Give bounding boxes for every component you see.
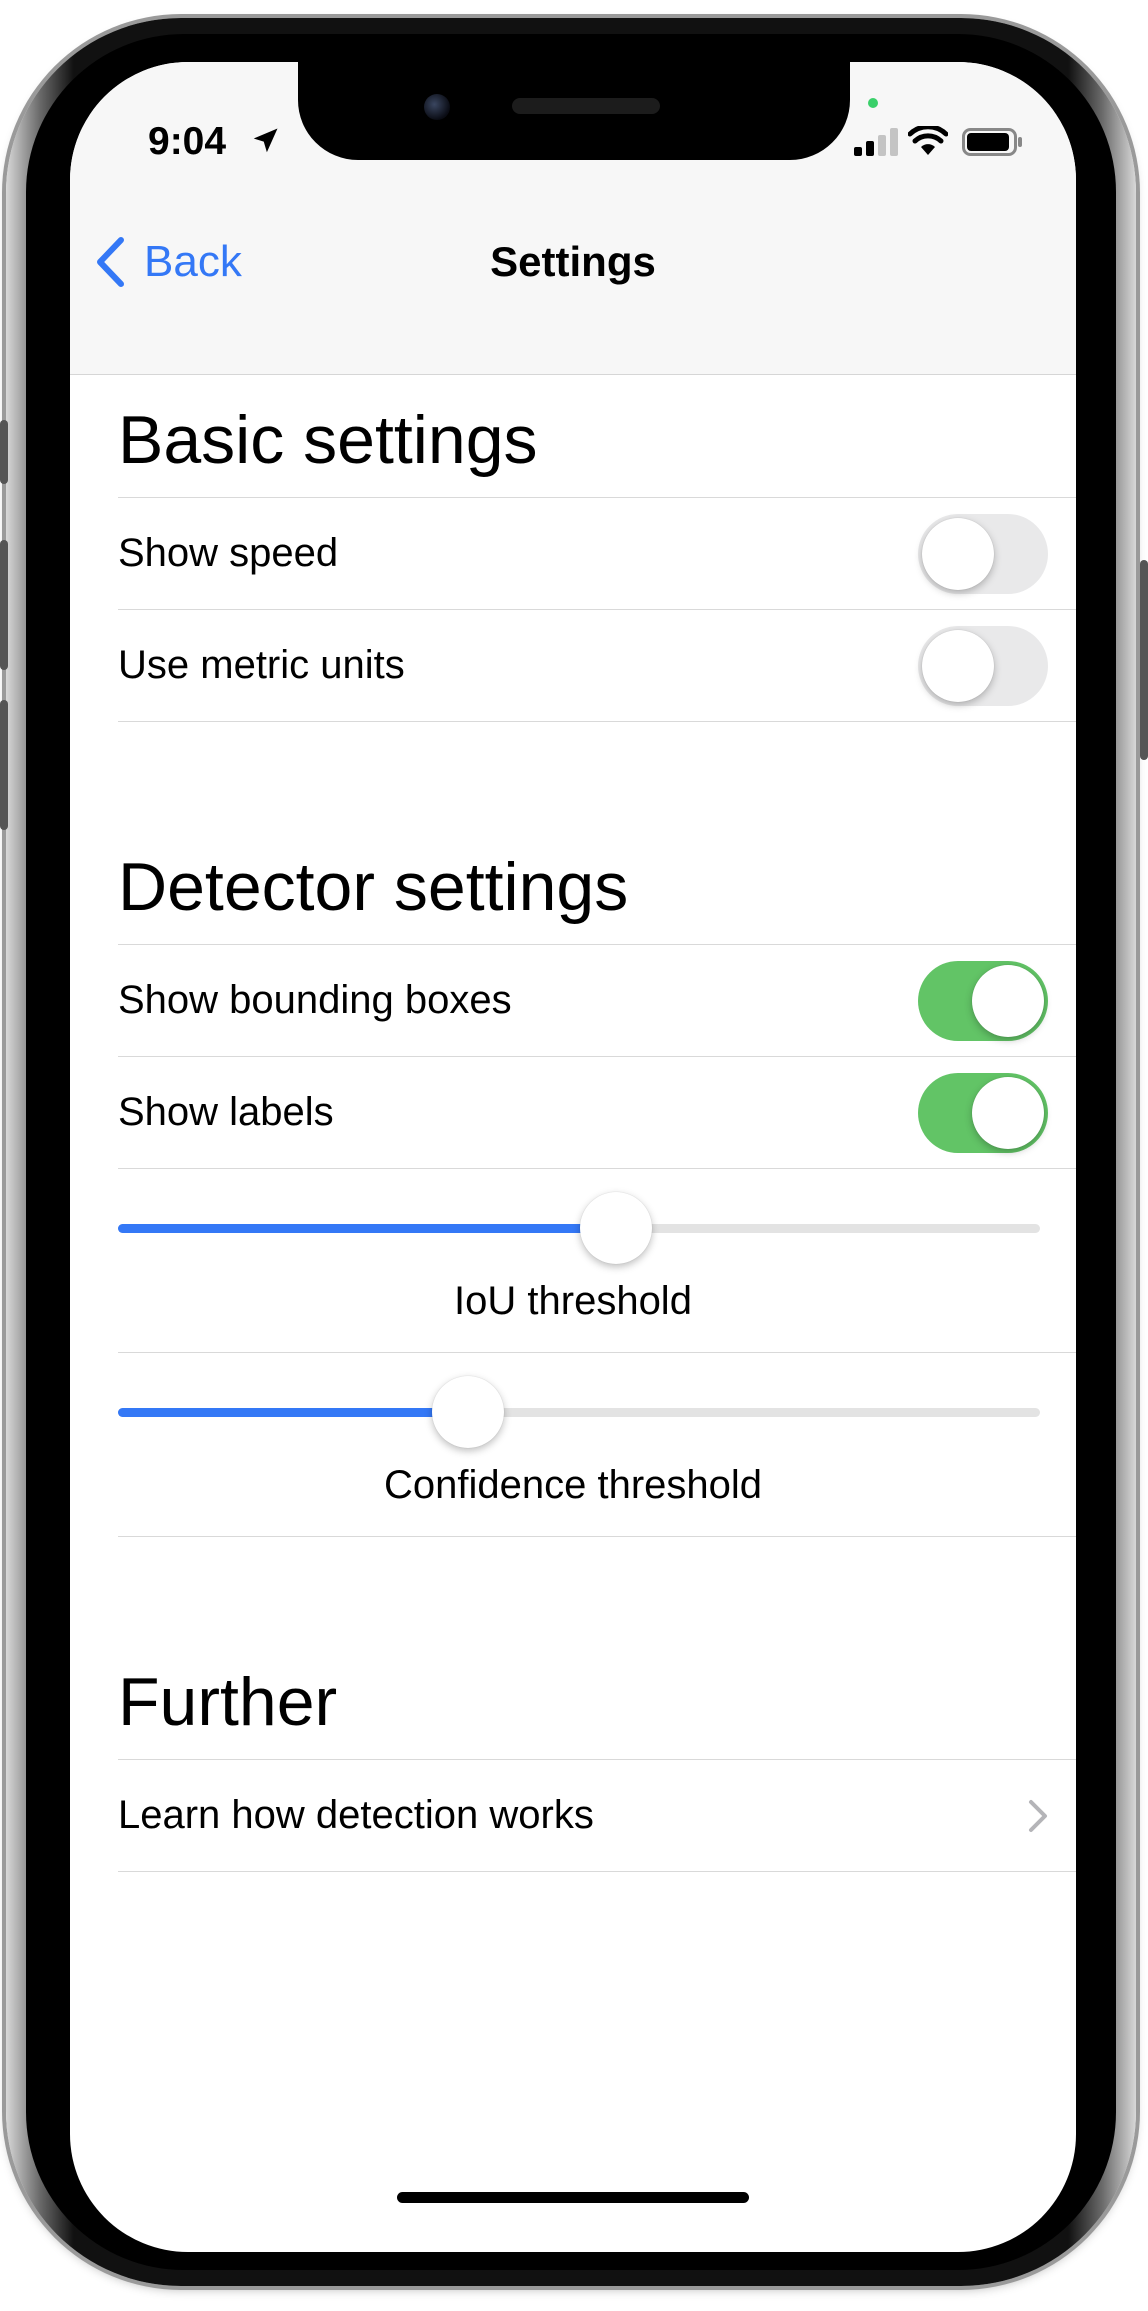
volume-down-button [0, 700, 8, 830]
use-metric-units-label: Use metric units [118, 643, 405, 687]
power-button [1140, 560, 1148, 760]
slider-fill [118, 1408, 469, 1417]
toggle-knob [972, 1076, 1044, 1149]
slider-thumb[interactable] [579, 1192, 652, 1264]
toggle-knob [922, 517, 994, 590]
show-labels-toggle[interactable] [918, 1072, 1048, 1153]
section-header-further: Further [118, 1537, 1076, 1760]
show-speed-toggle[interactable] [918, 513, 1048, 594]
row-show-labels: Show labels [118, 1057, 1076, 1169]
confidence-threshold-slider[interactable] [118, 1376, 1040, 1448]
row-show-speed: Show speed [118, 498, 1076, 610]
section-header-basic: Basic settings [118, 375, 1076, 498]
privacy-indicator-dot [868, 98, 878, 108]
home-indicator[interactable] [397, 2192, 749, 2203]
section-header-detector: Detector settings [118, 722, 1076, 945]
row-show-bounding-boxes: Show bounding boxes [118, 945, 1076, 1057]
front-camera [424, 94, 450, 120]
battery-icon [962, 128, 1022, 156]
show-bounding-boxes-toggle[interactable] [918, 960, 1048, 1041]
toggle-knob [972, 964, 1044, 1037]
volume-up-button [0, 540, 8, 670]
use-metric-units-toggle[interactable] [918, 625, 1048, 706]
cellular-signal-icon [854, 128, 898, 156]
row-iou-threshold: IoU threshold [118, 1169, 1076, 1353]
mute-switch [0, 420, 8, 484]
notch [298, 62, 850, 160]
row-confidence-threshold: Confidence threshold [118, 1353, 1076, 1537]
status-time: 9:04 [148, 120, 227, 163]
show-bounding-boxes-label: Show bounding boxes [118, 978, 512, 1022]
navigation-bar: Back Settings [70, 202, 1076, 375]
slider-thumb[interactable] [432, 1376, 505, 1448]
iou-threshold-slider[interactable] [118, 1192, 1040, 1264]
location-arrow-icon [253, 128, 278, 153]
slider-fill [118, 1224, 616, 1233]
page-title: Settings [490, 238, 656, 285]
chevron-right-icon [1028, 1799, 1048, 1833]
learn-how-detection-works-label: Learn how detection works [118, 1793, 594, 1837]
show-labels-label: Show labels [118, 1090, 334, 1134]
screen: 9:04 Back Settings Basic settings Show s… [70, 62, 1076, 2252]
settings-list: Basic settings Show speed Use metric uni… [70, 375, 1076, 1872]
earpiece-speaker [512, 98, 660, 114]
toggle-knob [922, 629, 994, 702]
row-use-metric-units: Use metric units [118, 610, 1076, 722]
iou-threshold-caption: IoU threshold [454, 1279, 692, 1323]
row-learn-how-detection-works[interactable]: Learn how detection works [118, 1760, 1076, 1872]
wifi-icon [908, 126, 948, 155]
confidence-threshold-caption: Confidence threshold [383, 1463, 763, 1507]
show-speed-label: Show speed [118, 531, 339, 575]
